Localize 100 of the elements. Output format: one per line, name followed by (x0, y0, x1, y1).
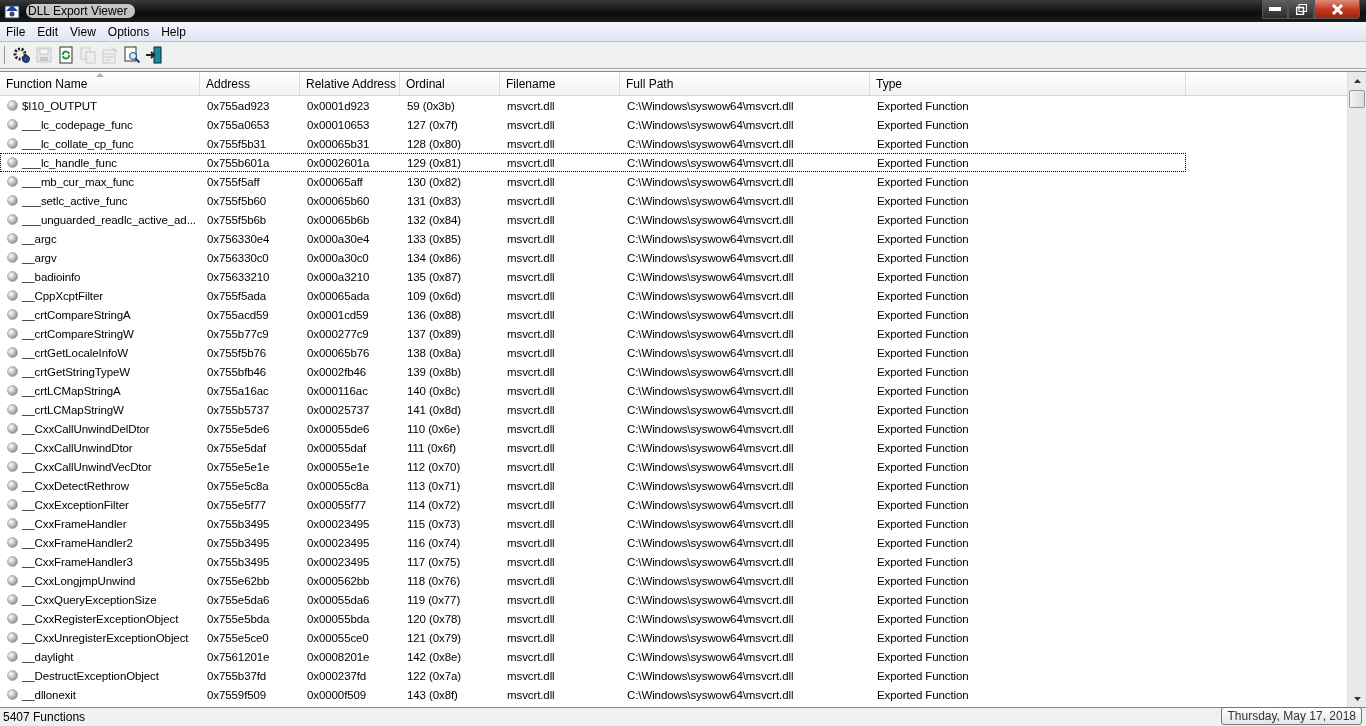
table-cell-text: 0x00023495 (306, 535, 371, 551)
table-row[interactable]: __CxxLongjmpUnwind 0x755e62bb 0x000562bb 118 (0x76) msvcrt.dll C:\Windows\syswow64\msvcrt.dll Exported Function (0, 571, 1186, 590)
table-cell: __argv (22, 251, 57, 264)
table-cell-text: Exported Function (876, 516, 970, 532)
table-cell-text: msvcrt.dll (506, 98, 556, 114)
table-cell-text: 127 (0x7f) (406, 117, 459, 133)
table-row[interactable]: __DestructExceptionObject 0x755b37fd 0x000237fd 122 (0x7a) msvcrt.dll C:\Windows\syswow64\msvcrt.dll Exported Function (0, 666, 1186, 685)
bullet-icon (7, 233, 18, 244)
table-cell-text: 112 (0x70) (406, 459, 462, 475)
toolbar-button[interactable] (145, 46, 163, 64)
table-cell-text: 0x755a0653 (206, 117, 271, 133)
column-header[interactable]: Address (200, 72, 300, 95)
menu-item[interactable]: View (64, 24, 102, 39)
table-cell-text: 0x755b5737 (206, 402, 271, 418)
table-row[interactable]: __CxxRegisterExceptionObject 0x755e5bda 0x00055bda 120 (0x78) msvcrt.dll C:\Windows\syswow64\msvcrt.dll Exported Function (0, 609, 1186, 628)
table-cell-text: 134 (0x86) (406, 250, 462, 266)
table-cell-text: Exported Function (876, 668, 970, 684)
table-cell-text: 121 (0x79) (406, 630, 462, 646)
table-cell-text: Exported Function (876, 535, 970, 551)
table-row[interactable]: __crtGetLocaleInfoW 0x755f5b76 0x00065b76 138 (0x8a) msvcrt.dll C:\Windows\syswow64\msvcrt.dll Exported Function (0, 343, 1186, 362)
minimize-icon (1269, 7, 1281, 11)
table-cell-text: msvcrt.dll (506, 554, 556, 570)
table-cell: __CppXcptFilter (22, 289, 103, 302)
table-cell-text: msvcrt.dll (506, 155, 556, 171)
table-cell-text: msvcrt.dll (506, 307, 556, 323)
table-row[interactable]: __CxxCallUnwindVecDtor 0x755e5e1e 0x00055e1e 112 (0x70) msvcrt.dll C:\Windows\syswow64\msvcrt.dll Exported Function (0, 457, 1186, 476)
table-cell: __DestructExceptionObject (22, 669, 159, 682)
bullet-icon (7, 537, 18, 548)
table-cell-text: 137 (0x89) (406, 326, 462, 342)
table-cell-text: 0x00065aff (306, 174, 364, 190)
table-row[interactable]: __crtCompareStringW 0x755b77c9 0x000277c9 137 (0x89) msvcrt.dll C:\Windows\syswow64\msvcrt.dll Exported Function (0, 324, 1186, 343)
table-cell-text: msvcrt.dll (506, 459, 556, 475)
table-row[interactable]: __crtLCMapStringW 0x755b5737 0x00025737 141 (0x8d) msvcrt.dll C:\Windows\syswow64\msvcrt.dll Exported Function (0, 400, 1186, 419)
menu-item[interactable]: File (0, 24, 32, 39)
table-cell-text: 0x0002fb46 (306, 364, 368, 380)
table-cell-text: 128 (0x80) (406, 136, 462, 152)
table-cell-text: msvcrt.dll (506, 535, 556, 551)
table-cell-text: 0x0001d923 (306, 98, 371, 114)
table-row[interactable]: __CxxCallUnwindDtor 0x755e5daf 0x00055daf 111 (0x6f) msvcrt.dll C:\Windows\syswow64\msvcrt.dll Exported Function (0, 438, 1186, 457)
table-row[interactable]: ___setlc_active_func 0x755f5b60 0x00065b60 131 (0x83) msvcrt.dll C:\Windows\syswow64\msvcrt.dll Exported Function (0, 191, 1186, 210)
table-row[interactable]: __argc 0x756330e4 0x000a30e4 133 (0x85) msvcrt.dll C:\Windows\syswow64\msvcrt.dll Exported Function (0, 229, 1186, 248)
toolbar-button[interactable] (123, 46, 141, 64)
table-cell-text: Exported Function (876, 421, 970, 437)
table-row[interactable]: __dllonexit 0x7559f509 0x0000f509 143 (0x8f) msvcrt.dll C:\Windows\syswow64\msvcrt.dll Exported Function (0, 685, 1186, 704)
menu-item[interactable]: Options (101, 24, 156, 39)
column-header[interactable]: Function Name (0, 72, 200, 95)
table-cell: __CxxUnregisterExceptionObject (22, 631, 189, 644)
table-row[interactable]: __crtGetStringTypeW 0x755bfb46 0x0002fb46 139 (0x8b) msvcrt.dll C:\Windows\syswow64\msvcrt.dll Exported Function (0, 362, 1186, 381)
table-row[interactable]: __daylight 0x7561201e 0x0008201e 142 (0x8e) msvcrt.dll C:\Windows\syswow64\msvcrt.dll Exported Function (0, 647, 1186, 666)
minimize-button[interactable] (1262, 0, 1288, 19)
table-row[interactable]: __CppXcptFilter 0x755f5ada 0x00065ada 109 (0x6d) msvcrt.dll C:\Windows\syswow64\msvcrt.dll Exported Function (0, 286, 1186, 305)
table-row[interactable]: __CxxDetectRethrow 0x755e5c8a 0x00055c8a 113 (0x71) msvcrt.dll C:\Windows\syswow64\msvcrt.dll Exported Function (0, 476, 1186, 495)
table-cell-text: 0x7561201e (206, 649, 271, 665)
table-cell: __CxxQueryExceptionSize (22, 593, 157, 606)
table-cell-text: 0x00065b6b (306, 212, 371, 228)
table-row[interactable]: __crtCompareStringA 0x755acd59 0x0001cd59 136 (0x88) msvcrt.dll C:\Windows\syswow64\msvcrt.dll Exported Function (0, 305, 1186, 324)
table-cell-text: C:\Windows\syswow64\msvcrt.dll (626, 383, 795, 399)
table-row[interactable]: __CxxExceptionFilter 0x755e5f77 0x00055f77 114 (0x72) msvcrt.dll C:\Windows\syswow64\msvcrt.dll Exported Function (0, 495, 1186, 514)
table-cell-text: C:\Windows\syswow64\msvcrt.dll (626, 269, 795, 285)
menu-item[interactable]: Edit (31, 24, 65, 39)
table-row[interactable]: __argv 0x756330c0 0x000a30c0 134 (0x86) msvcrt.dll C:\Windows\syswow64\msvcrt.dll Exported Function (0, 248, 1186, 267)
table-row[interactable]: __badioinfo 0x75633210 0x000a3210 135 (0x87) msvcrt.dll C:\Windows\syswow64\msvcrt.dll Exported Function (0, 267, 1186, 286)
table-row[interactable]: ___lc_codepage_func 0x755a0653 0x00010653 127 (0x7f) msvcrt.dll C:\Windows\syswow64\msvcrt.dll Exported Function (0, 115, 1186, 134)
menu-item[interactable]: Help (155, 24, 192, 39)
table-row[interactable]: __CxxFrameHandler 0x755b3495 0x00023495 115 (0x73) msvcrt.dll C:\Windows\syswow64\msvcrt.dll Exported Function (0, 514, 1186, 533)
table-row[interactable]: __crtLCMapStringA 0x755a16ac 0x000116ac 140 (0x8c) msvcrt.dll C:\Windows\syswow64\msvcrt.dll Exported Function (0, 381, 1186, 400)
column-header[interactable]: Full Path (620, 72, 870, 95)
table-cell-text: C:\Windows\syswow64\msvcrt.dll (626, 649, 795, 665)
close-button[interactable] (1314, 0, 1360, 19)
scrollbar[interactable] (1347, 72, 1366, 707)
bullet-icon (7, 575, 18, 586)
table-cell: ___mb_cur_max_func (22, 175, 134, 188)
column-header[interactable]: Ordinal (400, 72, 500, 95)
table-cell-text: 111 (0x6f) (406, 440, 458, 456)
restore-button[interactable] (1288, 0, 1314, 19)
table-row[interactable]: __CxxFrameHandler3 0x755b3495 0x00023495 117 (0x75) msvcrt.dll C:\Windows\syswow64\msvcrt.dll Exported Function (0, 552, 1186, 571)
table-cell-text: 0x755e62bb (206, 573, 271, 589)
bullet-icon (7, 347, 18, 358)
table-cell-text: C:\Windows\syswow64\msvcrt.dll (626, 231, 795, 247)
table-row[interactable]: ___mb_cur_max_func 0x755f5aff 0x00065aff 130 (0x82) msvcrt.dll C:\Windows\syswow64\msvcrt.dll Exported Function (0, 172, 1186, 191)
table-row[interactable]: __CxxUnregisterExceptionObject 0x755e5ce0 0x00055ce0 121 (0x79) msvcrt.dll C:\Windows\syswow64\msvcrt.dll Exported Function (0, 628, 1186, 647)
toolbar-button[interactable] (13, 46, 31, 64)
table-row[interactable]: __CxxCallUnwindDelDtor 0x755e5de6 0x00055de6 110 (0x6e) msvcrt.dll C:\Windows\syswow64\msvcrt.dll Exported Function (0, 419, 1186, 438)
column-header[interactable]: Type (870, 72, 1186, 95)
table-cell-text: Exported Function (876, 383, 970, 399)
column-header[interactable]: Relative Address (300, 72, 400, 95)
table-cell-text: C:\Windows\syswow64\msvcrt.dll (626, 117, 795, 133)
table-row[interactable]: ___unguarded_readlc_active_ad... 0x755f5b6b 0x00065b6b 132 (0x84) msvcrt.dll C:\Windows\syswow64\msvcrt.dll Exported Function (0, 210, 1186, 229)
column-header[interactable]: Filename (500, 72, 620, 95)
table-cell-text: 0x00055bda (306, 611, 371, 627)
table-row[interactable]: $I10_OUTPUT 0x755ad923 0x0001d923 59 (0x3b) msvcrt.dll C:\Windows\syswow64\msvcrt.dll Exported Function (0, 96, 1186, 115)
table-cell-text: msvcrt.dll (506, 288, 556, 304)
table-row[interactable]: __CxxQueryExceptionSize 0x755e5da6 0x00055da6 119 (0x77) msvcrt.dll C:\Windows\syswow64\msvcrt.dll Exported Function (0, 590, 1186, 609)
table-row[interactable]: ___lc_collate_cp_func 0x755f5b31 0x00065b31 128 (0x80) msvcrt.dll C:\Windows\syswow64\msvcrt.dll Exported Function (0, 134, 1186, 153)
table-row[interactable]: ___lc_handle_func 0x755b601a 0x0002601a 129 (0x81) msvcrt.dll C:\Windows\syswow64\msvcrt.dll Exported Function (0, 153, 1186, 172)
scroll-thumb[interactable] (1349, 90, 1365, 108)
table-cell-text: msvcrt.dll (506, 269, 556, 285)
table-row[interactable]: __CxxFrameHandler2 0x755b3495 0x00023495 116 (0x74) msvcrt.dll C:\Windows\syswow64\msvcrt.dll Exported Function (0, 533, 1186, 552)
table-cell-text: C:\Windows\syswow64\msvcrt.dll (626, 345, 795, 361)
table-cell: ___setlc_active_func (22, 194, 128, 207)
